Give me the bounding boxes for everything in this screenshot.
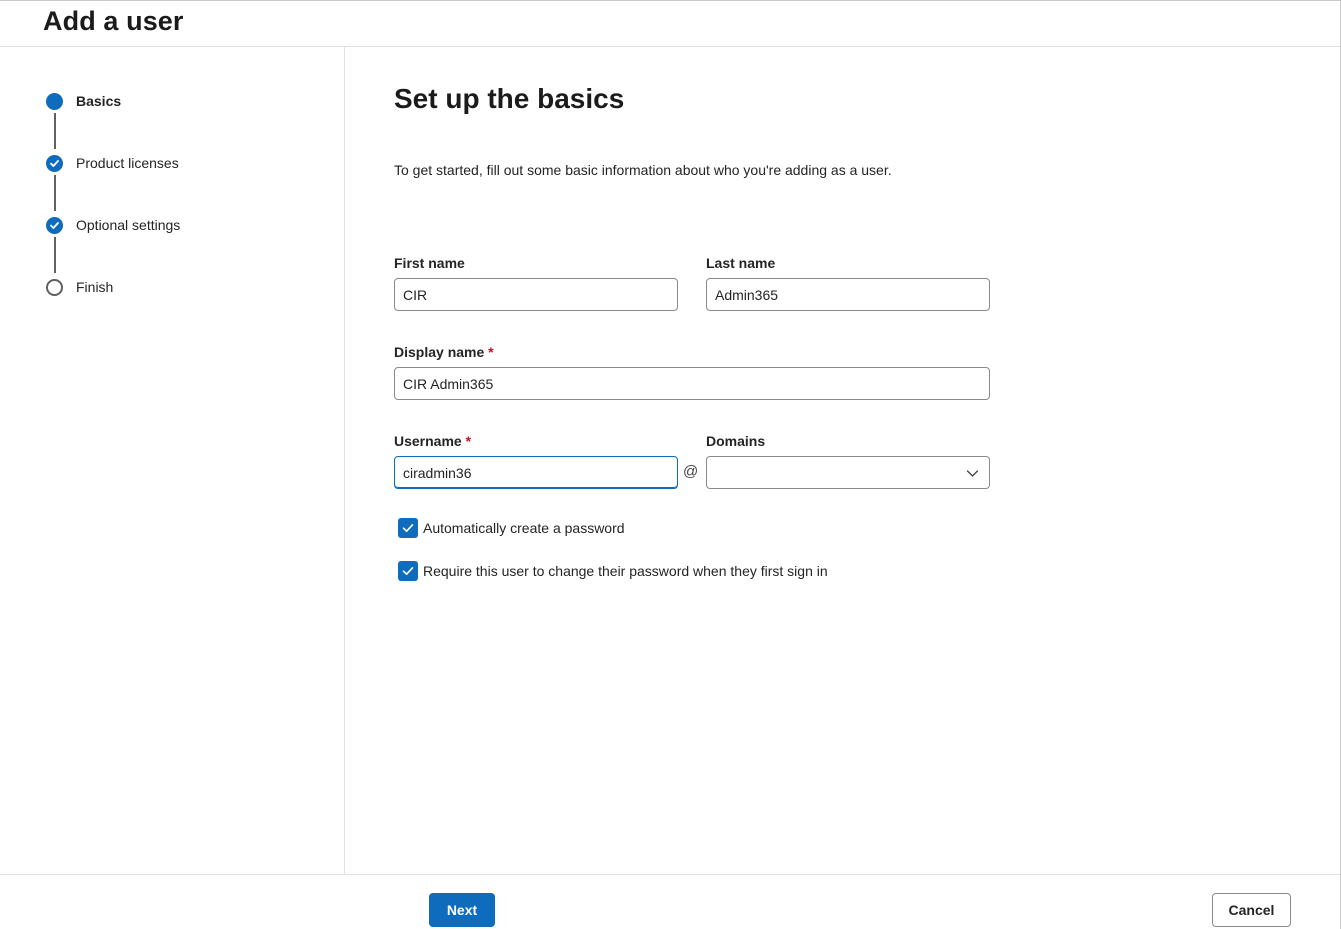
domains-label: Domains bbox=[706, 433, 766, 449]
chevron-down-icon bbox=[966, 470, 979, 477]
page-header: Add a user bbox=[0, 1, 1340, 47]
checkmark-icon bbox=[398, 518, 418, 538]
username-input[interactable] bbox=[394, 456, 678, 489]
step-optional-settings[interactable]: Optional settings bbox=[46, 215, 180, 235]
intro-text: To get started, fill out some basic info… bbox=[394, 162, 892, 178]
auto-password-label: Automatically create a password bbox=[423, 520, 625, 536]
step-connector bbox=[54, 175, 56, 211]
require-change-checkbox[interactable]: Require this user to change their passwo… bbox=[398, 561, 828, 581]
required-marker: * bbox=[488, 344, 494, 360]
display-name-input[interactable] bbox=[394, 367, 990, 400]
step-product-licenses[interactable]: Product licenses bbox=[46, 153, 179, 173]
main-content: Set up the basics To get started, fill o… bbox=[346, 47, 1340, 874]
step-basics[interactable]: Basics bbox=[46, 91, 121, 111]
wizard-steps: Basics Product licenses Optional setting… bbox=[0, 47, 345, 874]
section-heading: Set up the basics bbox=[394, 83, 625, 114]
checkmark-icon bbox=[46, 154, 63, 172]
add-user-page: Add a user Basics Product licenses Optio… bbox=[0, 0, 1341, 929]
auto-password-checkbox[interactable]: Automatically create a password bbox=[398, 518, 625, 538]
step-connector bbox=[54, 237, 56, 273]
first-name-label: First name bbox=[394, 255, 465, 271]
require-change-label: Require this user to change their passwo… bbox=[423, 563, 828, 579]
empty-circle-icon bbox=[46, 278, 63, 296]
domains-dropdown[interactable] bbox=[706, 456, 990, 489]
page-title: Add a user bbox=[43, 6, 184, 36]
step-label: Optional settings bbox=[76, 217, 181, 233]
step-label: Product licenses bbox=[76, 155, 179, 171]
last-name-label: Last name bbox=[706, 255, 776, 271]
username-label: Username * bbox=[394, 433, 471, 449]
step-finish[interactable]: Finish bbox=[46, 277, 113, 297]
username-label-text: Username bbox=[394, 433, 462, 449]
next-button[interactable]: Next bbox=[429, 893, 495, 927]
checkmark-icon bbox=[398, 561, 418, 581]
display-name-label: Display name * bbox=[394, 344, 494, 360]
display-name-label-text: Display name bbox=[394, 344, 485, 360]
at-symbol: @ bbox=[683, 463, 699, 480]
checkmark-icon bbox=[46, 216, 63, 234]
current-step-icon bbox=[46, 92, 63, 110]
step-label: Finish bbox=[76, 279, 114, 295]
first-name-input[interactable] bbox=[394, 278, 678, 311]
step-label: Basics bbox=[76, 93, 122, 109]
step-connector bbox=[54, 113, 56, 149]
last-name-input[interactable] bbox=[706, 278, 990, 311]
cancel-button[interactable]: Cancel bbox=[1212, 893, 1291, 927]
required-marker: * bbox=[465, 433, 472, 449]
footer-bar: Next Cancel bbox=[0, 874, 1340, 929]
